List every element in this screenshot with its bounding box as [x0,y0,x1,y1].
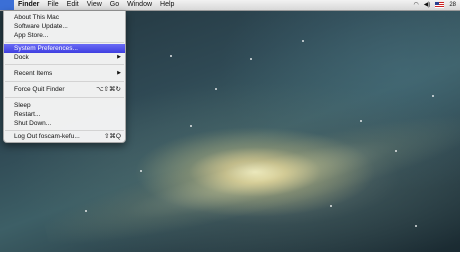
star [330,205,332,207]
star [432,95,434,97]
star [250,58,252,60]
menu-separator [5,81,124,82]
menu-separator [5,97,124,98]
clock-text[interactable]: 28 [449,0,456,10]
menu-item-shut-down[interactable]: Shut Down... [4,119,125,128]
menu-item-dock[interactable]: Dock ▶ [4,53,125,62]
menu-separator [5,130,124,131]
menu-item-app-store[interactable]: App Store... [4,31,125,40]
menu-item-sleep[interactable]: Sleep [4,101,125,110]
menu-window[interactable]: Window [123,0,156,10]
menu-go[interactable]: Go [106,0,123,10]
menu-item-log-out[interactable]: Log Out foscam-kefu... ⇧⌘Q [4,132,125,141]
submenu-arrow-icon: ▶ [117,70,121,76]
submenu-arrow-icon: ▶ [117,54,121,60]
menu-view[interactable]: View [83,0,106,10]
apple-menu-dropdown: About This Mac Software Update... App St… [3,11,126,143]
menu-finder[interactable]: Finder [14,0,43,10]
us-flag-icon[interactable] [435,2,445,8]
menu-edit[interactable]: Edit [63,0,83,10]
force-quit-shortcut: ⌥⇧⌘↻ [96,86,121,93]
menu-item-dock-label: Dock [14,54,29,61]
menu-item-software-update[interactable]: Software Update... [4,22,125,31]
volume-icon[interactable]: ◀) [424,0,431,10]
star [190,125,192,127]
star [302,40,304,42]
menu-item-system-preferences[interactable]: System Preferences... [4,44,125,53]
menu-item-about-this-mac[interactable]: About This Mac [4,13,125,22]
star [415,225,417,227]
log-out-shortcut: ⇧⌘Q [103,133,121,140]
star [170,55,172,57]
menu-help[interactable]: Help [156,0,178,10]
star [360,120,362,122]
menu-item-force-quit[interactable]: Force Quit Finder ⌥⇧⌘↻ [4,85,125,94]
menu-bar: Finder File Edit View Go Window Help ◠ ◀… [0,0,460,11]
star [140,170,142,172]
menu-item-recent-items[interactable]: Recent Items ▶ [4,69,125,78]
menu-separator [5,64,124,65]
menu-file[interactable]: File [43,0,62,10]
star [215,88,217,90]
status-area: ◠ ◀) 28 [413,0,460,10]
wifi-icon[interactable]: ◠ [413,0,418,10]
menu-separator [5,42,124,43]
apple-menu-button[interactable] [0,0,14,10]
menu-item-recent-items-label: Recent Items [14,70,53,77]
star [85,210,87,212]
menu-item-force-quit-label: Force Quit Finder [14,86,65,93]
menu-item-restart[interactable]: Restart... [4,110,125,119]
star [395,150,397,152]
menu-item-log-out-label: Log Out foscam-kefu... [14,133,80,140]
